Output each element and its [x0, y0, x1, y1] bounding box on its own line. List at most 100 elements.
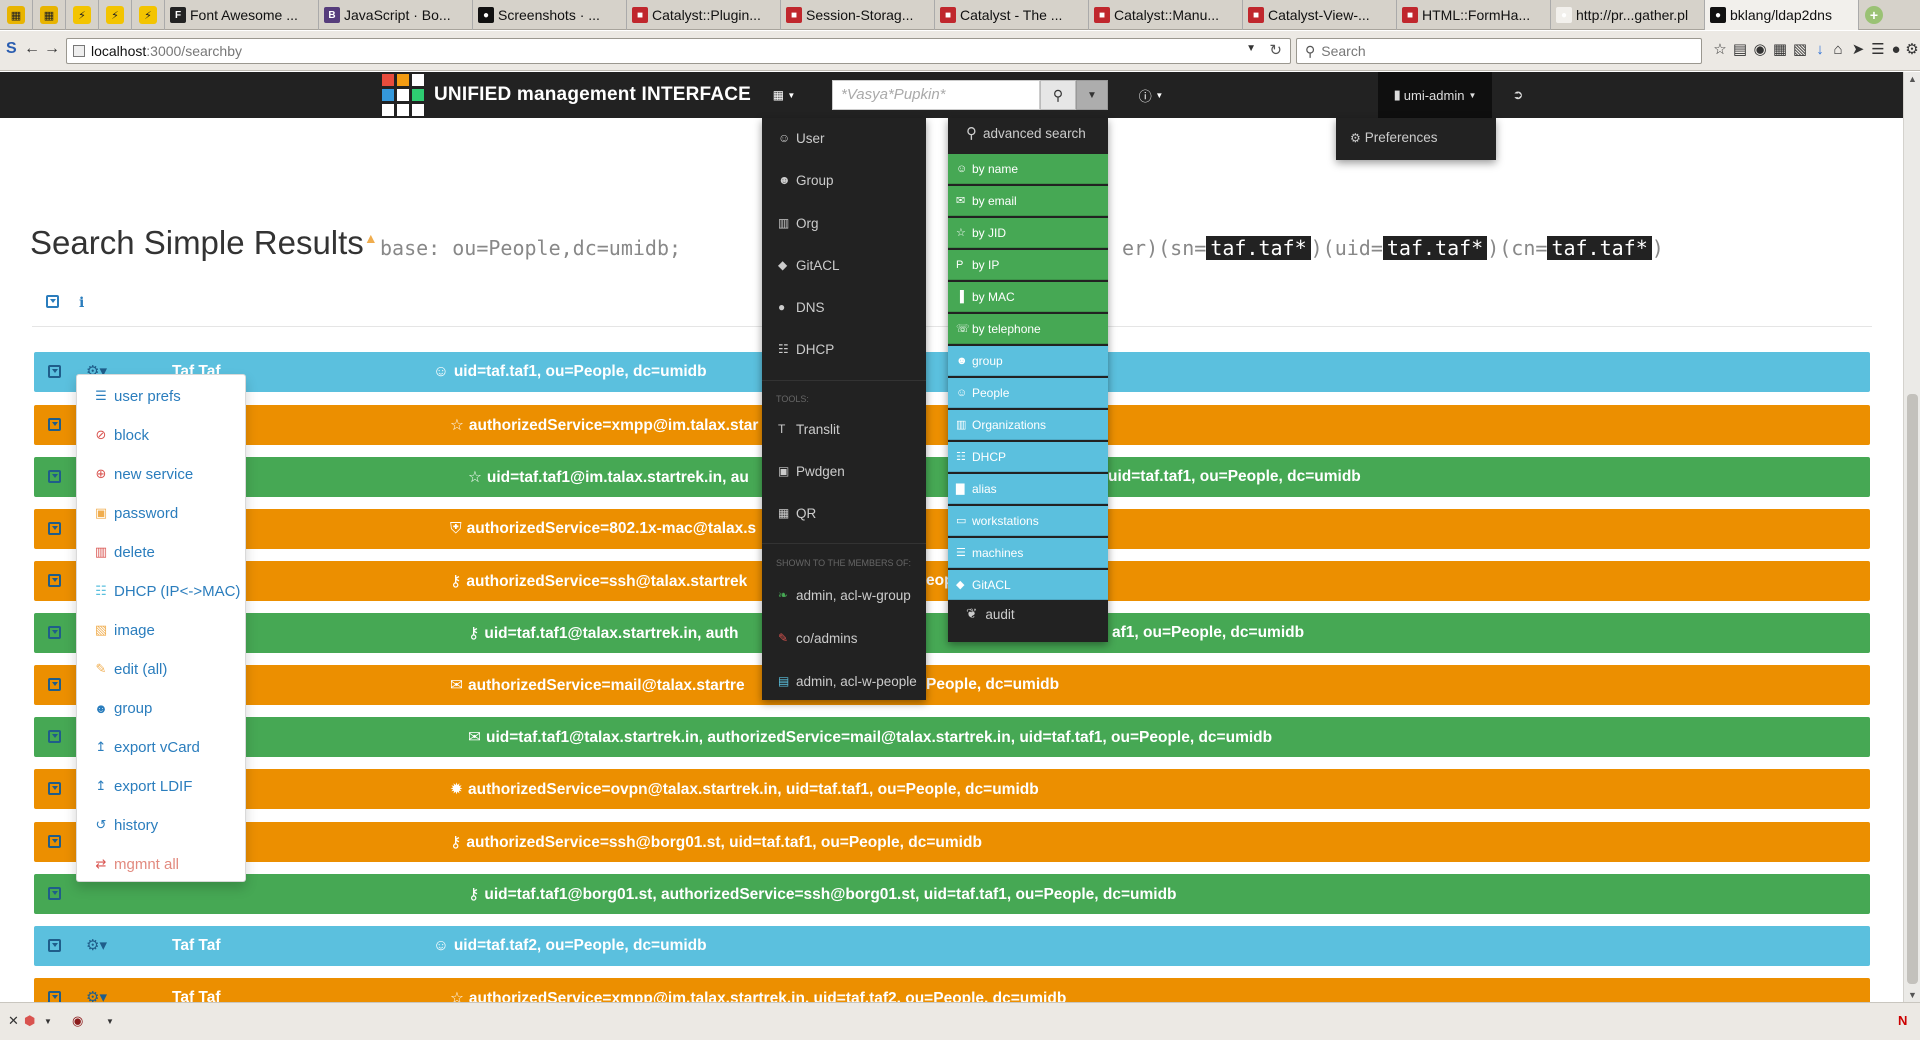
- members-item[interactable]: ❧ admin, acl-w-group: [778, 586, 911, 604]
- tools-item-qr[interactable]: ▦ QR: [778, 504, 816, 522]
- row-toggle-icon[interactable]: [48, 574, 61, 587]
- row-toggle-icon[interactable]: [48, 626, 61, 639]
- action-delete[interactable]: ▥ delete: [92, 542, 155, 562]
- row-toggle-icon[interactable]: [48, 887, 61, 900]
- sync-icon[interactable]: S: [6, 40, 17, 58]
- app-logo[interactable]: [382, 74, 424, 116]
- action-dhcp-ip-mac[interactable]: ☷ DHCP (IP<->MAC): [92, 581, 240, 601]
- pinned-tab[interactable]: ⚡: [132, 0, 165, 30]
- search-button[interactable]: ⚲: [1040, 80, 1076, 110]
- action-new-service[interactable]: ⊕ new service: [92, 464, 194, 484]
- action-mgmnt-all[interactable]: ⇄ mgmnt all: [92, 854, 179, 874]
- browser-tab[interactable]: ■ HTML::FormHa...: [1397, 0, 1551, 30]
- addon-icon[interactable]: ⚙: [1903, 41, 1920, 59]
- apps-item-dhcp[interactable]: ☷ DHCP: [778, 340, 834, 358]
- action-group[interactable]: ☻ group: [92, 698, 152, 718]
- row-dn[interactable]: ⚷ authorizedService=ssh@borg01.st, uid=ta…: [450, 833, 982, 852]
- result-row[interactable]: ✹ authorizedService=ovpn@talax.startrek.i…: [34, 769, 1870, 809]
- result-row[interactable]: ⚙▾ Taf Taf ☺ uid=taf.taf2, ou=People, dc=um…: [34, 926, 1870, 966]
- brand-title[interactable]: UNIFIED management INTERFACE: [434, 84, 751, 106]
- row-dn[interactable]: ✉ authorizedService=mail@talax.startre: [450, 676, 745, 695]
- info-menu-button[interactable]: ⓘ ▼: [1130, 80, 1172, 110]
- select-all-icon[interactable]: [46, 295, 59, 308]
- row-dn[interactable]: ☆ authorizedService=xmpp@im.talax.star: [450, 416, 758, 435]
- user-menu-button[interactable]: ▮ umi-admin ▼: [1378, 72, 1492, 118]
- row-toggle-icon[interactable]: [48, 522, 61, 535]
- browser-tab[interactable]: B JavaScript · Bo...: [319, 0, 473, 30]
- pinned-tab[interactable]: ▦: [33, 0, 66, 30]
- search-option-alias[interactable]: ▇ alias: [948, 474, 1108, 504]
- search-option-group[interactable]: ☻ group: [948, 346, 1108, 376]
- browser-tab[interactable]: ● bklang/ldap2dns: [1705, 0, 1859, 30]
- row-dn[interactable]: ✉ uid=taf.taf1@talax.startrek.in, authori…: [468, 728, 1272, 747]
- search-option-dhcp[interactable]: ☷ DHCP: [948, 442, 1108, 472]
- noscript-icon[interactable]: N: [1898, 1013, 1907, 1028]
- members-item[interactable]: ▤ admin, acl-w-people: [778, 672, 917, 690]
- info-icon[interactable]: i: [79, 295, 84, 311]
- browser-tab[interactable]: ● http://pr...gather.pl: [1551, 0, 1705, 30]
- row-toggle-icon[interactable]: [48, 782, 61, 795]
- row-toggle-icon[interactable]: [48, 835, 61, 848]
- action-user-prefs[interactable]: ☰ user prefs: [92, 386, 181, 406]
- new-tab-button[interactable]: +: [1859, 0, 1889, 29]
- scrollbar-thumb[interactable]: [1907, 394, 1918, 984]
- row-dn[interactable]: ⚷ uid=taf.taf1@talax.startrek.in, auth: [468, 624, 739, 643]
- search-option-by-name[interactable]: ☺ by name: [948, 154, 1108, 184]
- browser-tab[interactable]: ■ Catalyst-View-...: [1243, 0, 1397, 30]
- forward-icon[interactable]: →: [44, 40, 60, 58]
- search-option-gitacl[interactable]: ◆ GitACL: [948, 570, 1108, 600]
- row-dn[interactable]: ⚷ authorizedService=ssh@talax.startrek: [450, 572, 747, 591]
- search-option-by-jid[interactable]: ☆ by JID: [948, 218, 1108, 248]
- logout-button[interactable]: ➲: [1502, 80, 1534, 110]
- row-name[interactable]: Taf Taf: [172, 937, 221, 955]
- row-gear-icon[interactable]: ⚙▾: [86, 936, 107, 954]
- search-option-by-telephone[interactable]: ☏ by telephone: [948, 314, 1108, 344]
- puzzle-icon[interactable]: ▧: [1791, 41, 1809, 59]
- qr-icon[interactable]: ▦: [1771, 41, 1789, 59]
- pinned-tab[interactable]: ⚡: [66, 0, 99, 30]
- row-toggle-icon[interactable]: [48, 678, 61, 691]
- search-option-organizations[interactable]: ▥ Organizations: [948, 410, 1108, 440]
- apps-item-gitacl[interactable]: ◆ GitACL: [778, 256, 840, 274]
- result-row[interactable]: ⚷ uid=taf.taf1@borg01.st, authorizedServi…: [34, 874, 1870, 914]
- search-option-machines[interactable]: ☰ machines: [948, 538, 1108, 568]
- action-export-ldif[interactable]: ↥ export LDIF: [92, 776, 193, 796]
- home-icon[interactable]: ⌂: [1829, 41, 1847, 59]
- back-icon[interactable]: ←: [24, 40, 40, 58]
- row-toggle-icon[interactable]: [48, 365, 61, 378]
- send-icon[interactable]: ➤: [1849, 41, 1867, 59]
- close-icon[interactable]: ✕: [8, 1013, 19, 1029]
- reload-icon[interactable]: ↻: [1269, 41, 1282, 59]
- action-export-vcard[interactable]: ↥ export vCard: [92, 737, 200, 757]
- browser-tab[interactable]: ● Screenshots · ...: [473, 0, 627, 30]
- action-history[interactable]: ↺ history: [92, 815, 159, 835]
- bookmark-star-icon[interactable]: ☆: [1711, 41, 1729, 59]
- apps-item-group[interactable]: ☻ Group: [778, 171, 834, 189]
- apps-item-dns[interactable]: ● DNS: [778, 298, 825, 316]
- row-dn[interactable]: ⛨ authorizedService=802.1x-mac@talax.s: [450, 520, 756, 538]
- search-option-workstations[interactable]: ▭ workstations: [948, 506, 1108, 536]
- adblock-icon[interactable]: ⬢: [24, 1013, 35, 1029]
- result-row[interactable]: ✉ uid=taf.taf1@talax.startrek.in, authori…: [34, 717, 1870, 757]
- row-toggle-icon[interactable]: [48, 939, 61, 952]
- caret-down-icon[interactable]: ▼: [106, 1017, 114, 1026]
- row-dn[interactable]: ✹ authorizedService=ovpn@talax.startrek.i…: [450, 780, 1039, 799]
- search-option-people[interactable]: ☺ People: [948, 378, 1108, 408]
- browser-tab[interactable]: ■ Catalyst - The ...: [935, 0, 1089, 30]
- action-password[interactable]: ▣ password: [92, 503, 178, 523]
- scroll-up-icon[interactable]: ▲: [1908, 74, 1917, 84]
- browser-tab[interactable]: ■ Session-Storag...: [781, 0, 935, 30]
- row-dn[interactable]: ☺ uid=taf.taf2, ou=People, dc=umidb: [433, 937, 707, 955]
- scroll-down-icon[interactable]: ▼: [1908, 990, 1917, 1000]
- browser-tab[interactable]: ■ Catalyst::Plugin...: [627, 0, 781, 30]
- browser-search-bar[interactable]: ⚲ Search: [1296, 38, 1702, 64]
- bookmarks-list-icon[interactable]: ▤: [1731, 41, 1749, 59]
- ghost-icon[interactable]: ◉: [72, 1013, 83, 1029]
- apps-item-org[interactable]: ▥ Org: [778, 214, 819, 232]
- action-block[interactable]: ⊘ block: [92, 425, 149, 445]
- pinned-tab[interactable]: ⚡: [99, 0, 132, 30]
- apps-item-user[interactable]: ☺ User: [778, 129, 825, 147]
- members-item[interactable]: ✎ co/admins: [778, 629, 858, 647]
- search-option-by-email[interactable]: ✉ by email: [948, 186, 1108, 216]
- caret-down-icon[interactable]: ▼: [44, 1017, 52, 1026]
